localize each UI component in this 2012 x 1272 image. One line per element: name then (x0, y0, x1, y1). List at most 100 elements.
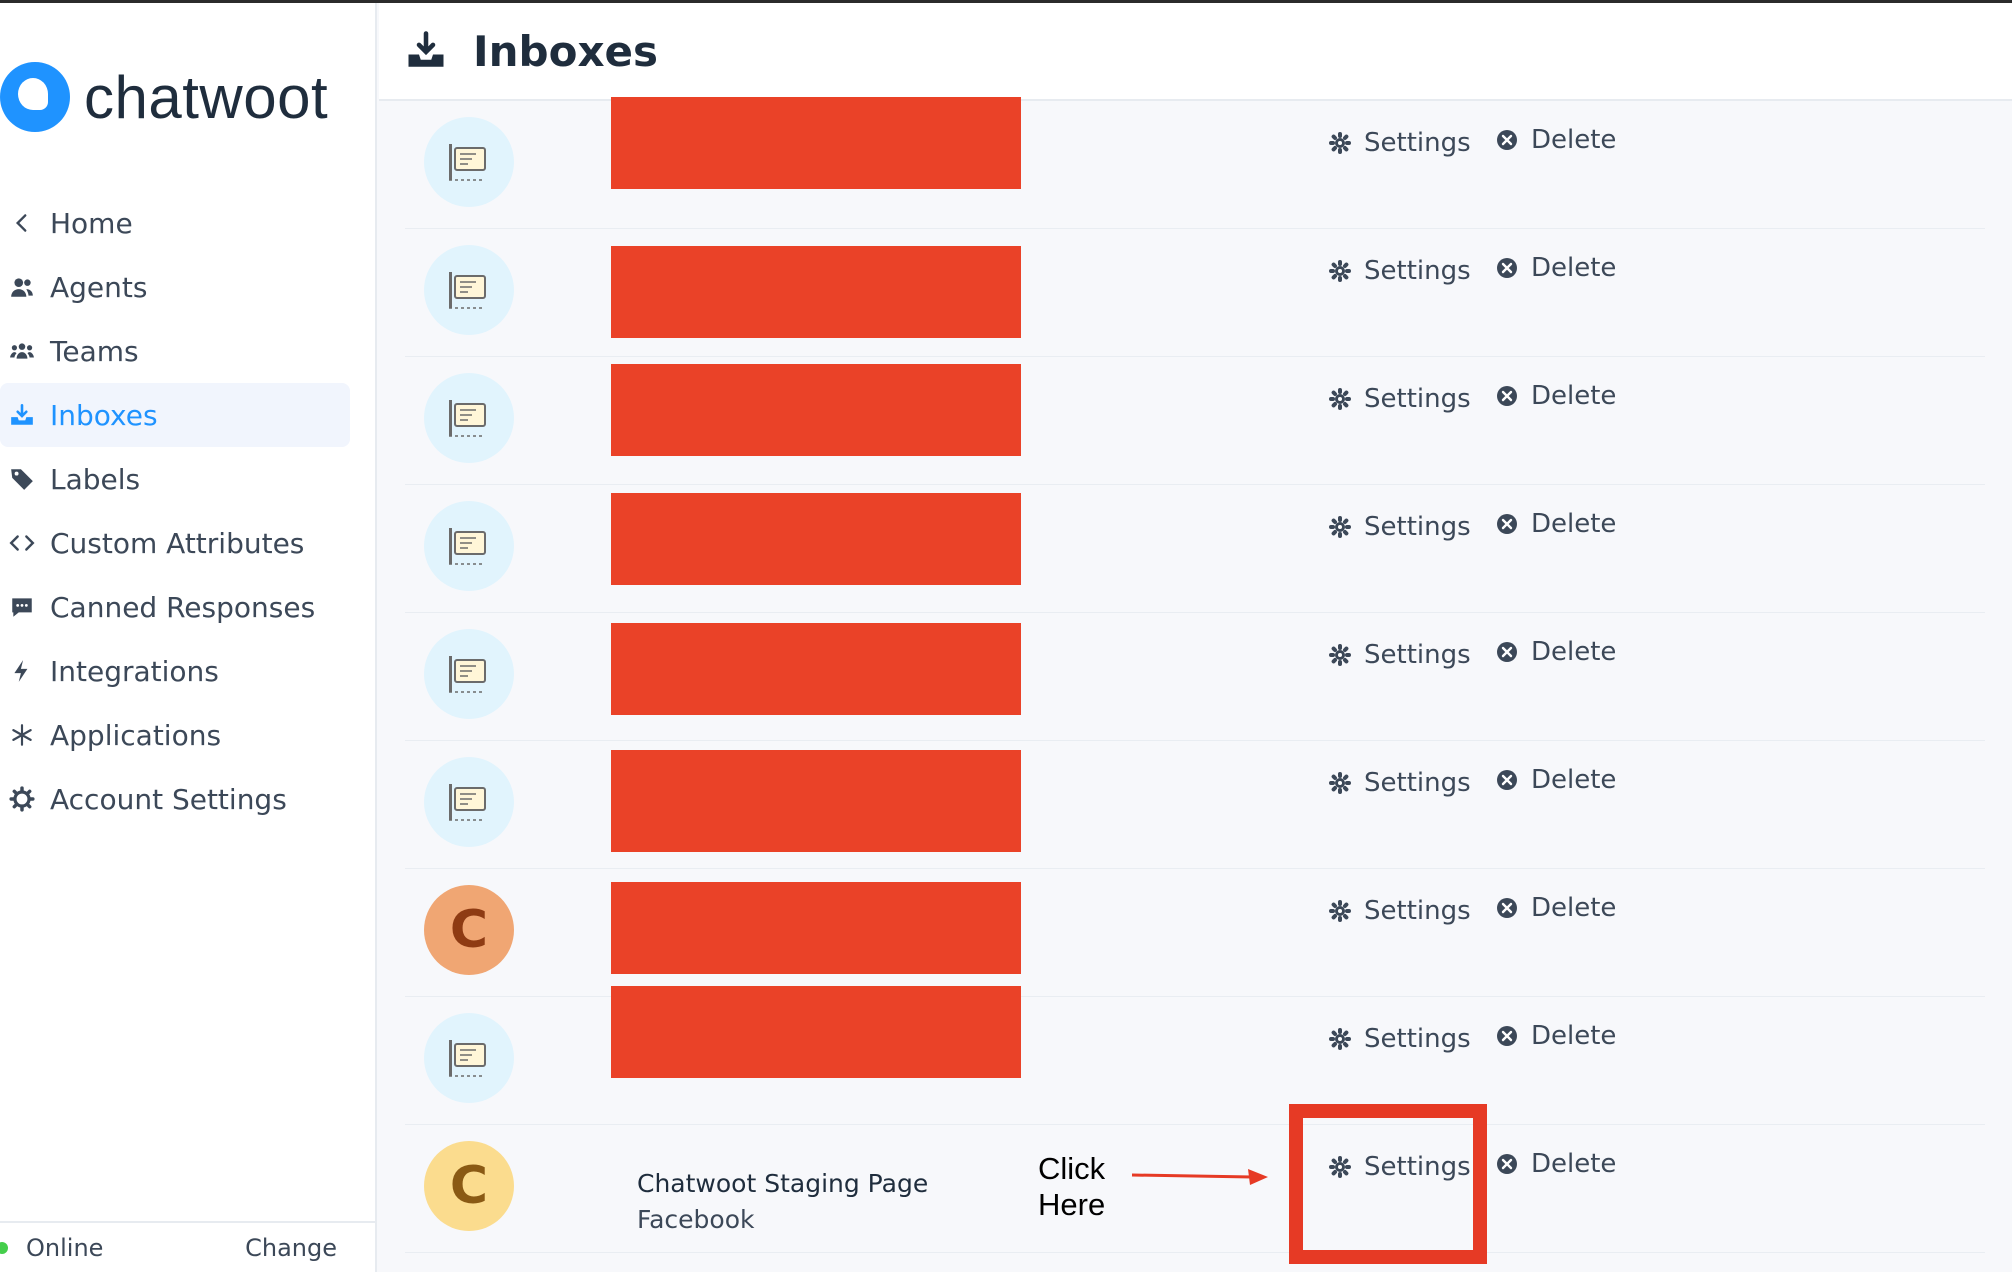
close-circle-icon (1497, 642, 1517, 662)
click-here-annotation: Click Here (1038, 1151, 1105, 1223)
redacted-inbox-name (611, 750, 1021, 852)
sidebar-item-label: Labels (50, 462, 141, 496)
delete-button[interactable]: Delete (1495, 125, 1616, 155)
settings-button[interactable]: Settings (1328, 896, 1471, 926)
inbox-row: Settings Delete (405, 741, 1985, 869)
inbox-row: Settings Delete (405, 485, 1985, 613)
sidebar-item-labels[interactable]: Labels (0, 447, 350, 511)
gear-icon (1329, 260, 1351, 282)
sidebar-item-label: Account Settings (50, 782, 287, 816)
sidebar-item-label: Inboxes (50, 398, 158, 432)
sidebar-item-label: Teams (50, 334, 139, 368)
delete-button[interactable]: Delete (1495, 509, 1616, 539)
gear-icon (1329, 388, 1351, 410)
gear-icon (6, 783, 38, 815)
inbox-icon (6, 399, 38, 431)
sidebar-item-integrations[interactable]: Integrations (0, 639, 350, 703)
chevron-left-icon (6, 207, 38, 239)
asterisk-icon (6, 719, 38, 751)
settings-label: Settings (1364, 384, 1471, 414)
delete-label: Delete (1531, 1021, 1617, 1051)
settings-button[interactable]: Settings (1328, 1024, 1471, 1054)
sidebar-item-agents[interactable]: Agents (0, 255, 350, 319)
redacted-inbox-name (611, 986, 1021, 1078)
chat-icon (6, 591, 38, 623)
settings-label: Settings (1364, 1024, 1471, 1054)
lightning-icon (6, 655, 38, 687)
channel-icon (424, 373, 514, 463)
inbox-name: Chatwoot Staging Page (637, 1169, 929, 1198)
sidebar-nav: Home Agents Teams Inboxes Labels Custom … (0, 191, 350, 831)
delete-button[interactable]: Delete (1495, 253, 1616, 283)
settings-button[interactable]: Settings (1328, 768, 1471, 798)
delete-label: Delete (1531, 381, 1617, 411)
redacted-inbox-name (611, 493, 1021, 585)
settings-button[interactable]: Settings (1328, 640, 1471, 670)
sidebar-item-label: Integrations (50, 654, 219, 688)
close-circle-icon (1497, 898, 1517, 918)
gear-icon (1329, 644, 1351, 666)
inbox-avatar: C (424, 1141, 514, 1231)
sidebar-item-home[interactable]: Home (0, 191, 350, 255)
delete-button[interactable]: Delete (1495, 1021, 1616, 1051)
sidebar-item-account-settings[interactable]: Account Settings (0, 767, 350, 831)
gear-icon (1329, 900, 1351, 922)
close-circle-icon (1497, 514, 1517, 534)
sidebar-item-teams[interactable]: Teams (0, 319, 350, 383)
settings-label: Settings (1364, 256, 1471, 286)
sidebar-item-label: Home (50, 206, 133, 240)
delete-button[interactable]: Delete (1495, 1149, 1616, 1179)
redacted-inbox-name (611, 246, 1021, 338)
sidebar-item-label: Agents (50, 270, 148, 304)
delete-label: Delete (1531, 893, 1617, 923)
channel-icon (424, 245, 514, 335)
annotation-line-1: Click (1038, 1151, 1106, 1186)
settings-highlight-box (1289, 1104, 1487, 1264)
settings-label: Settings (1364, 640, 1471, 670)
close-circle-icon (1497, 770, 1517, 790)
settings-button[interactable]: Settings (1328, 512, 1471, 542)
sidebar-item-applications[interactable]: Applications (0, 703, 350, 767)
channel-icon (424, 1013, 514, 1103)
settings-label: Settings (1364, 768, 1471, 798)
inbox-icon (405, 30, 447, 72)
online-status-dot (0, 1241, 8, 1254)
inbox-row: Settings Delete (405, 357, 1985, 485)
delete-button[interactable]: Delete (1495, 637, 1616, 667)
settings-label: Settings (1364, 512, 1471, 542)
inbox-channel-type: Facebook (637, 1205, 755, 1234)
delete-button[interactable]: Delete (1495, 381, 1616, 411)
sidebar-item-custom-attributes[interactable]: Custom Attributes (0, 511, 350, 575)
gear-icon (1329, 516, 1351, 538)
gear-icon (1329, 772, 1351, 794)
gear-icon (1329, 1028, 1351, 1050)
change-status-button[interactable]: Change (245, 1234, 337, 1262)
delete-label: Delete (1531, 509, 1617, 539)
agents-icon (6, 271, 38, 303)
settings-button[interactable]: Settings (1328, 128, 1471, 158)
channel-icon (424, 757, 514, 847)
annotation-line-2: Here (1038, 1187, 1106, 1222)
delete-label: Delete (1531, 637, 1617, 667)
delete-button[interactable]: Delete (1495, 893, 1616, 923)
channel-icon (424, 117, 514, 207)
close-circle-icon (1497, 130, 1517, 150)
inbox-row: Settings Delete (405, 229, 1985, 357)
code-icon (6, 527, 38, 559)
chatwoot-logo-icon (0, 62, 70, 132)
settings-button[interactable]: Settings (1328, 256, 1471, 286)
page-title: Inboxes (473, 26, 659, 76)
channel-icon (424, 629, 514, 719)
channel-icon (424, 501, 514, 591)
inbox-row: C Settings Delete (405, 869, 1985, 997)
sidebar-item-inboxes[interactable]: Inboxes (0, 383, 350, 447)
delete-button[interactable]: Delete (1495, 765, 1616, 795)
brand-logo[interactable]: chatwoot (0, 59, 328, 135)
inbox-list: Settings Delete Settings Delete Settings (405, 97, 1985, 1253)
redacted-inbox-name (611, 364, 1021, 456)
sidebar-item-canned-responses[interactable]: Canned Responses (0, 575, 350, 639)
settings-button[interactable]: Settings (1328, 384, 1471, 414)
annotation-arrow-icon (1131, 1169, 1268, 1185)
page-header: Inboxes (379, 3, 2012, 101)
redacted-inbox-name (611, 623, 1021, 715)
